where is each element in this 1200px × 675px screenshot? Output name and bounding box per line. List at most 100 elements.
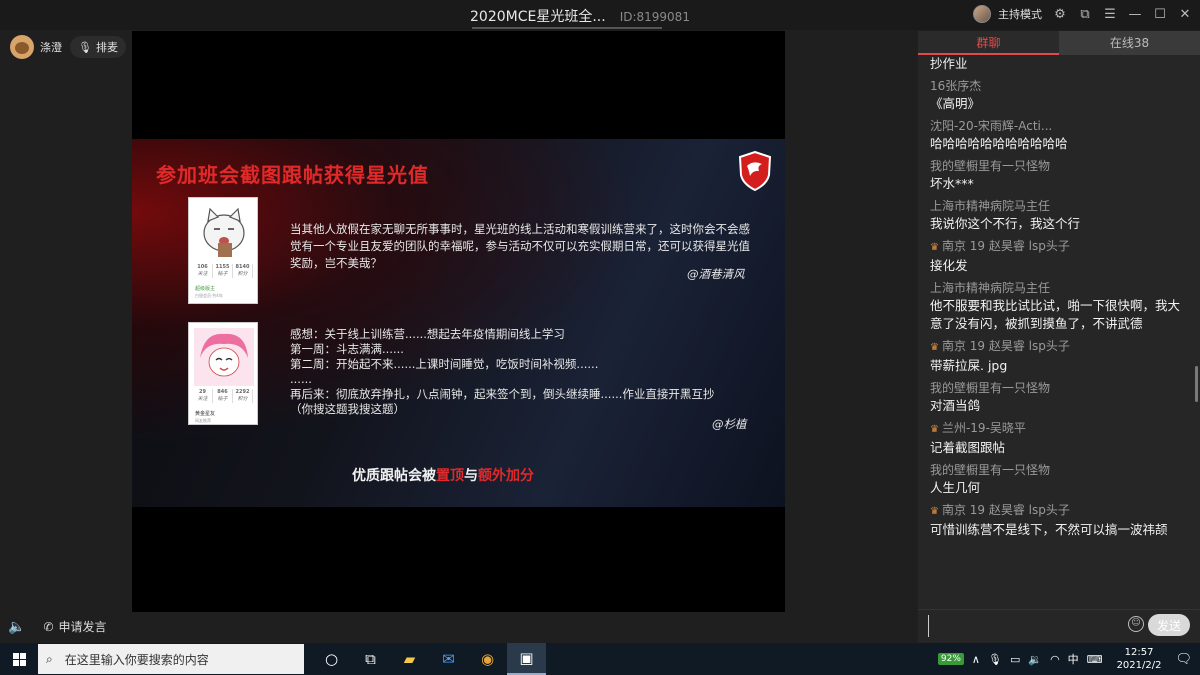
chat-message: ♛ 南京 19 赵昊睿 lsp头子 可惜训练营不是线下，不然可以搞一波祎颉	[930, 501, 1186, 539]
sender-name: 我的壁橱里有一只怪物	[930, 463, 1051, 477]
cortana-icon[interactable]: ○	[312, 643, 351, 675]
chat-panel: 群聊 在线38 抄作业 16张序杰 《高明》 沈阳-20-宋雨辉-Acti... 哈哈哈…	[918, 31, 1200, 643]
start-button[interactable]	[0, 643, 38, 675]
menu-icon[interactable]: ☰	[1103, 7, 1117, 22]
ime-indicator[interactable]: 中	[1068, 651, 1079, 667]
phone-icon: ✆	[43, 619, 54, 634]
vip-badge-icon: ♛	[930, 424, 939, 435]
chat-input[interactable]	[928, 615, 1128, 637]
keyboard-icon[interactable]: ⌨	[1087, 653, 1103, 666]
wifi-icon[interactable]: ◠	[1050, 653, 1060, 666]
card-stats: 29 关注 846 帖子 2292 积分	[193, 389, 253, 403]
message-sender[interactable]: ♛ 南京 19 赵昊睿 lsp头子	[930, 237, 1186, 257]
message-sender[interactable]: 上海市精神病院马主任	[930, 279, 1186, 297]
message-sender[interactable]: 我的壁橱里有一只怪物	[930, 461, 1186, 479]
stat-label: 关注	[197, 271, 208, 277]
message-sender[interactable]: 我的壁橱里有一只怪物	[930, 157, 1186, 175]
host-mode-label[interactable]: 主持模式	[998, 6, 1042, 22]
stat-value: 8140	[235, 264, 250, 270]
slide: 参加班会截图跟帖获得星光值 106 关注 1155 帖子 8140 积分 超级版…	[132, 139, 785, 507]
notification-icon[interactable]: 🗨	[1175, 652, 1192, 667]
speaker-icon[interactable]: 🔈	[8, 619, 25, 635]
sender-name: 上海市精神病院马主任	[930, 281, 1051, 295]
chat-message: ♛ 兰州-19-吴晓平 记着截图跟帖	[930, 419, 1186, 457]
stat-label: 帖子	[217, 396, 228, 402]
file-explorer-icon[interactable]: ▰	[390, 643, 429, 675]
message-sender[interactable]: 我的壁橱里有一只怪物	[930, 379, 1186, 397]
settings-icon[interactable]: ⚙	[1053, 7, 1067, 22]
tab-group-chat[interactable]: 群聊	[918, 31, 1059, 55]
user-name: 涤澄	[40, 41, 62, 54]
minimize-icon[interactable]: —	[1128, 7, 1142, 22]
message-sender[interactable]: ♛ 南京 19 赵昊睿 lsp头子	[930, 501, 1186, 521]
send-button[interactable]: 发送	[1148, 614, 1190, 636]
post-text-1: 当其他人放假在家无聊无所事事时，星光班的线上活动和寒假训练营来了，这时你会不会感…	[290, 222, 750, 270]
bonus-text-b: 置顶	[436, 468, 464, 484]
message-sender[interactable]: ♛ 兰州-19-吴晓平	[930, 419, 1186, 439]
host-avatar[interactable]	[973, 5, 991, 23]
user-chip[interactable]: 涤澄	[10, 35, 62, 59]
close-icon[interactable]: ✕	[1178, 7, 1192, 22]
tray-chevron-icon[interactable]: ∧	[972, 653, 980, 666]
chat-scrollbar[interactable]	[1195, 366, 1198, 402]
chat-message: 抄作业	[930, 55, 1186, 73]
card-stats: 106 关注 1155 帖子 8140 积分	[193, 264, 253, 278]
post-line: （你搜这题我搜这题）	[290, 402, 405, 416]
chat-message: 我的壁橱里有一只怪物 人生几何	[930, 461, 1186, 497]
message-text: 我说你这个不行，我这个行	[930, 216, 1081, 231]
emoji-icon[interactable]: ☺	[1128, 616, 1144, 632]
cartoon-cat-image	[203, 207, 245, 257]
stat-label: 积分	[237, 271, 248, 277]
chat-tabs: 群聊 在线38	[918, 31, 1200, 55]
maximize-icon[interactable]: ☐	[1153, 7, 1167, 22]
window-controls: 主持模式 ⚙ ⧉ ☰ — ☐ ✕	[973, 5, 1192, 23]
msi-dragon-logo-icon	[738, 151, 772, 191]
meeting-app-icon[interactable]: ▣	[507, 643, 546, 675]
queue-button[interactable]: 🎙 排麦	[70, 36, 126, 58]
mic-tray-icon[interactable]: 🎙	[988, 653, 1002, 666]
windows-taskbar: ⌕ 在这里输入你要搜索的内容 ○ ⧉ ▰ ✉ ◉ ▣ 92% ∧ 🎙 ▭ 🔉 ◠…	[0, 643, 1200, 675]
mail-icon[interactable]: ✉	[429, 643, 468, 675]
taskbar-search[interactable]: ⌕ 在这里输入你要搜索的内容	[38, 644, 304, 674]
vip-badge-icon: ♛	[930, 342, 939, 353]
bonus-text-a: 优质跟帖会被	[352, 468, 436, 484]
message-text: 《高明》	[930, 96, 981, 111]
system-tray: 92% ∧ 🎙 ▭ 🔉 ◠ 中 ⌨ 12:57 2021/2/2 🗨	[937, 643, 1200, 675]
task-view-icon[interactable]: ⧉	[351, 643, 390, 675]
message-text: 坏水***	[930, 176, 974, 191]
popout-icon[interactable]: ⧉	[1078, 7, 1092, 22]
post-signature-2: @杉植	[712, 417, 747, 431]
audio-controls: 🔈 ✆ 申请发言	[8, 618, 107, 635]
tab-online[interactable]: 在线38	[1059, 31, 1200, 55]
clock-date: 2021/2/2	[1116, 660, 1162, 671]
chat-message: 我的壁橱里有一只怪物 坏水***	[930, 157, 1186, 193]
clock[interactable]: 12:57 2021/2/2	[1117, 646, 1162, 672]
room-title: 2020MCE星光班全...	[470, 9, 606, 25]
profile-card-2: 29 关注 846 帖子 2292 积分 黄金星友 网友推荐	[188, 322, 258, 425]
chat-message: 我的壁橱里有一只怪物 对酒当鸽	[930, 379, 1186, 415]
bonus-note: 优质跟帖会被置顶与额外加分	[352, 465, 534, 485]
chrome-icon[interactable]: ◉	[468, 643, 507, 675]
sender-name: 兰州-19-吴晓平	[941, 421, 1026, 435]
message-sender[interactable]: 16张序杰	[930, 77, 1186, 95]
message-sender[interactable]: ♛ 南京 19 赵昊睿 lsp头子	[930, 337, 1186, 357]
bonus-text-d: 额外加分	[478, 468, 534, 484]
search-placeholder: 在这里输入你要搜索的内容	[64, 652, 209, 667]
message-list[interactable]: 抄作业 16张序杰 《高明》 沈阳-20-宋雨辉-Acti... 哈哈哈哈哈哈哈哈哈哈哈…	[930, 55, 1186, 603]
chat-message: 上海市精神病院马主任 他不服要和我比试比试，啪一下很快啊，我大意了没有闪，被抓到摸…	[930, 279, 1186, 333]
avatar	[10, 35, 34, 59]
message-text: 记着截图跟帖	[930, 440, 1006, 455]
sender-name: 南京 19 赵昊睿 lsp头子	[941, 239, 1070, 253]
battery-percent[interactable]: 92%	[937, 653, 964, 665]
message-text: 抄作业	[930, 56, 968, 71]
stat-value: 1155	[215, 264, 230, 270]
message-sender[interactable]: 沈阳-20-宋雨辉-Acti...	[930, 117, 1186, 135]
sender-name: 我的壁橱里有一只怪物	[930, 381, 1051, 395]
apply-speak-button[interactable]: ✆ 申请发言	[43, 618, 106, 635]
post-line: 再后来：彻底放弃挣扎，八点闹钟，起来签个到，倒头继续睡......作业直接开黑互…	[290, 387, 715, 401]
battery-icon[interactable]: ▭	[1010, 653, 1020, 666]
stat-label: 帖子	[217, 271, 228, 277]
volume-icon[interactable]: 🔉	[1028, 653, 1042, 666]
chat-input-row: ☺ 发送	[918, 609, 1200, 643]
message-sender[interactable]: 上海市精神病院马主任	[930, 197, 1186, 215]
